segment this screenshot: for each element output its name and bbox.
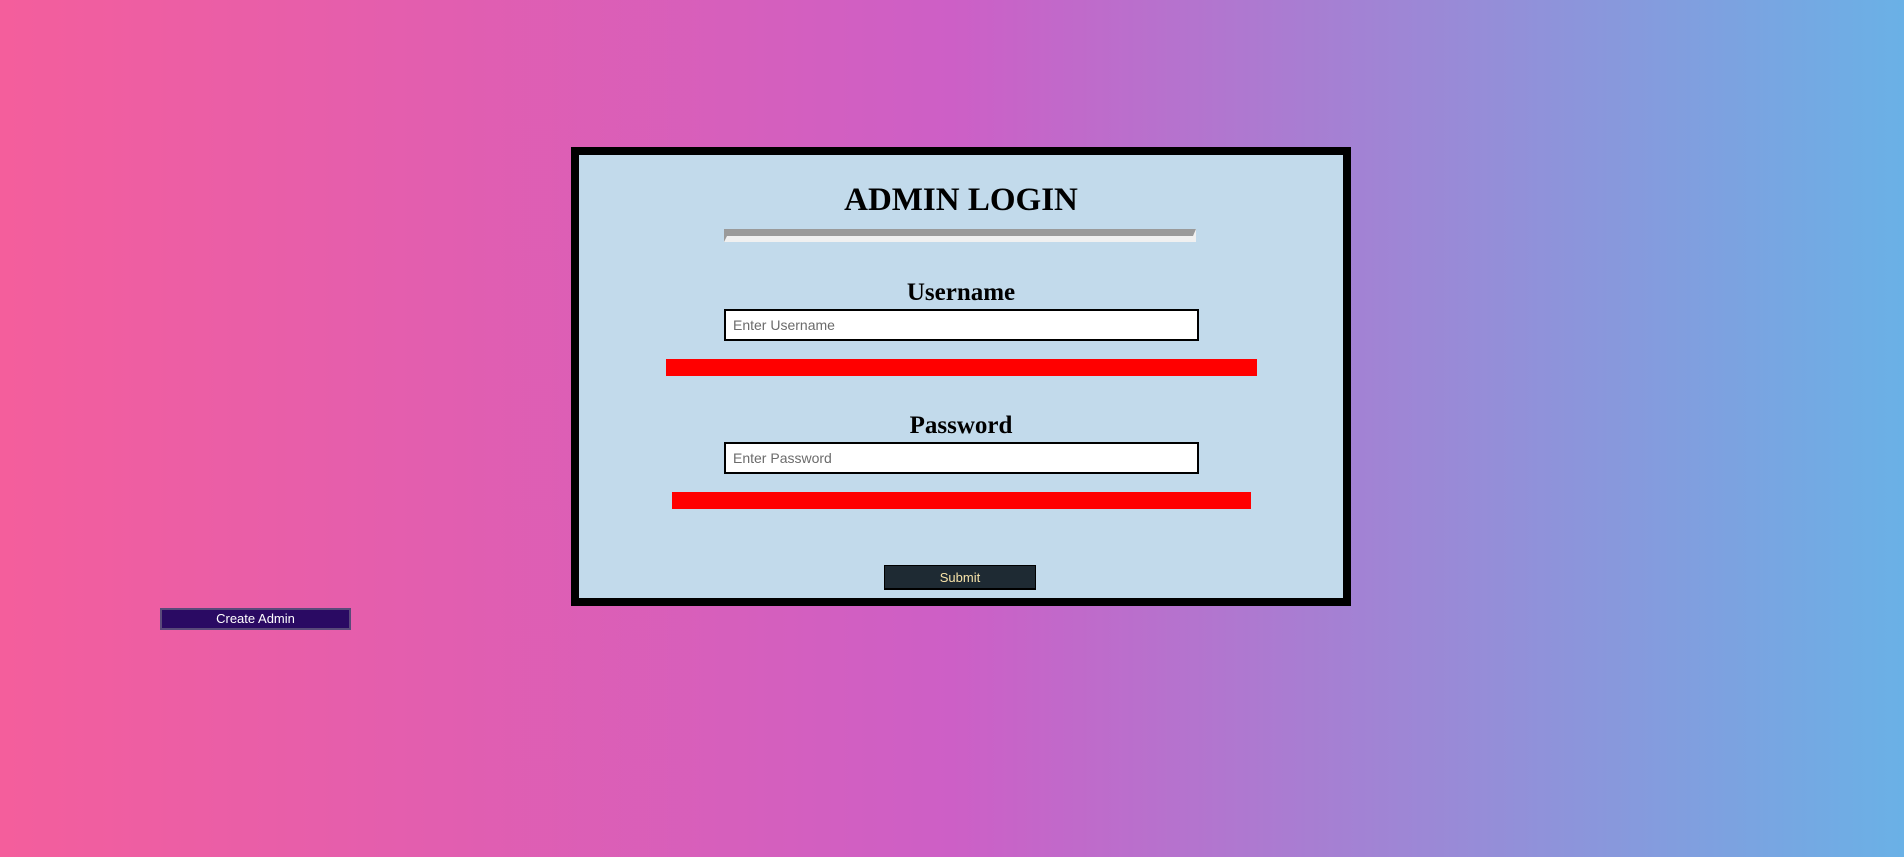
- create-admin-button[interactable]: Create Admin: [160, 608, 351, 630]
- title-divider: [724, 229, 1196, 242]
- password-error-bar: [672, 492, 1251, 509]
- password-label: Password: [909, 412, 1013, 439]
- password-input[interactable]: [724, 442, 1199, 474]
- admin-login-panel: ADMIN LOGIN Username Password Submit: [571, 147, 1351, 606]
- page-title: ADMIN LOGIN: [844, 182, 1078, 218]
- username-error-bar: [666, 359, 1257, 376]
- submit-button[interactable]: Submit: [884, 565, 1036, 590]
- username-input[interactable]: [724, 309, 1199, 341]
- username-label: Username: [906, 279, 1016, 306]
